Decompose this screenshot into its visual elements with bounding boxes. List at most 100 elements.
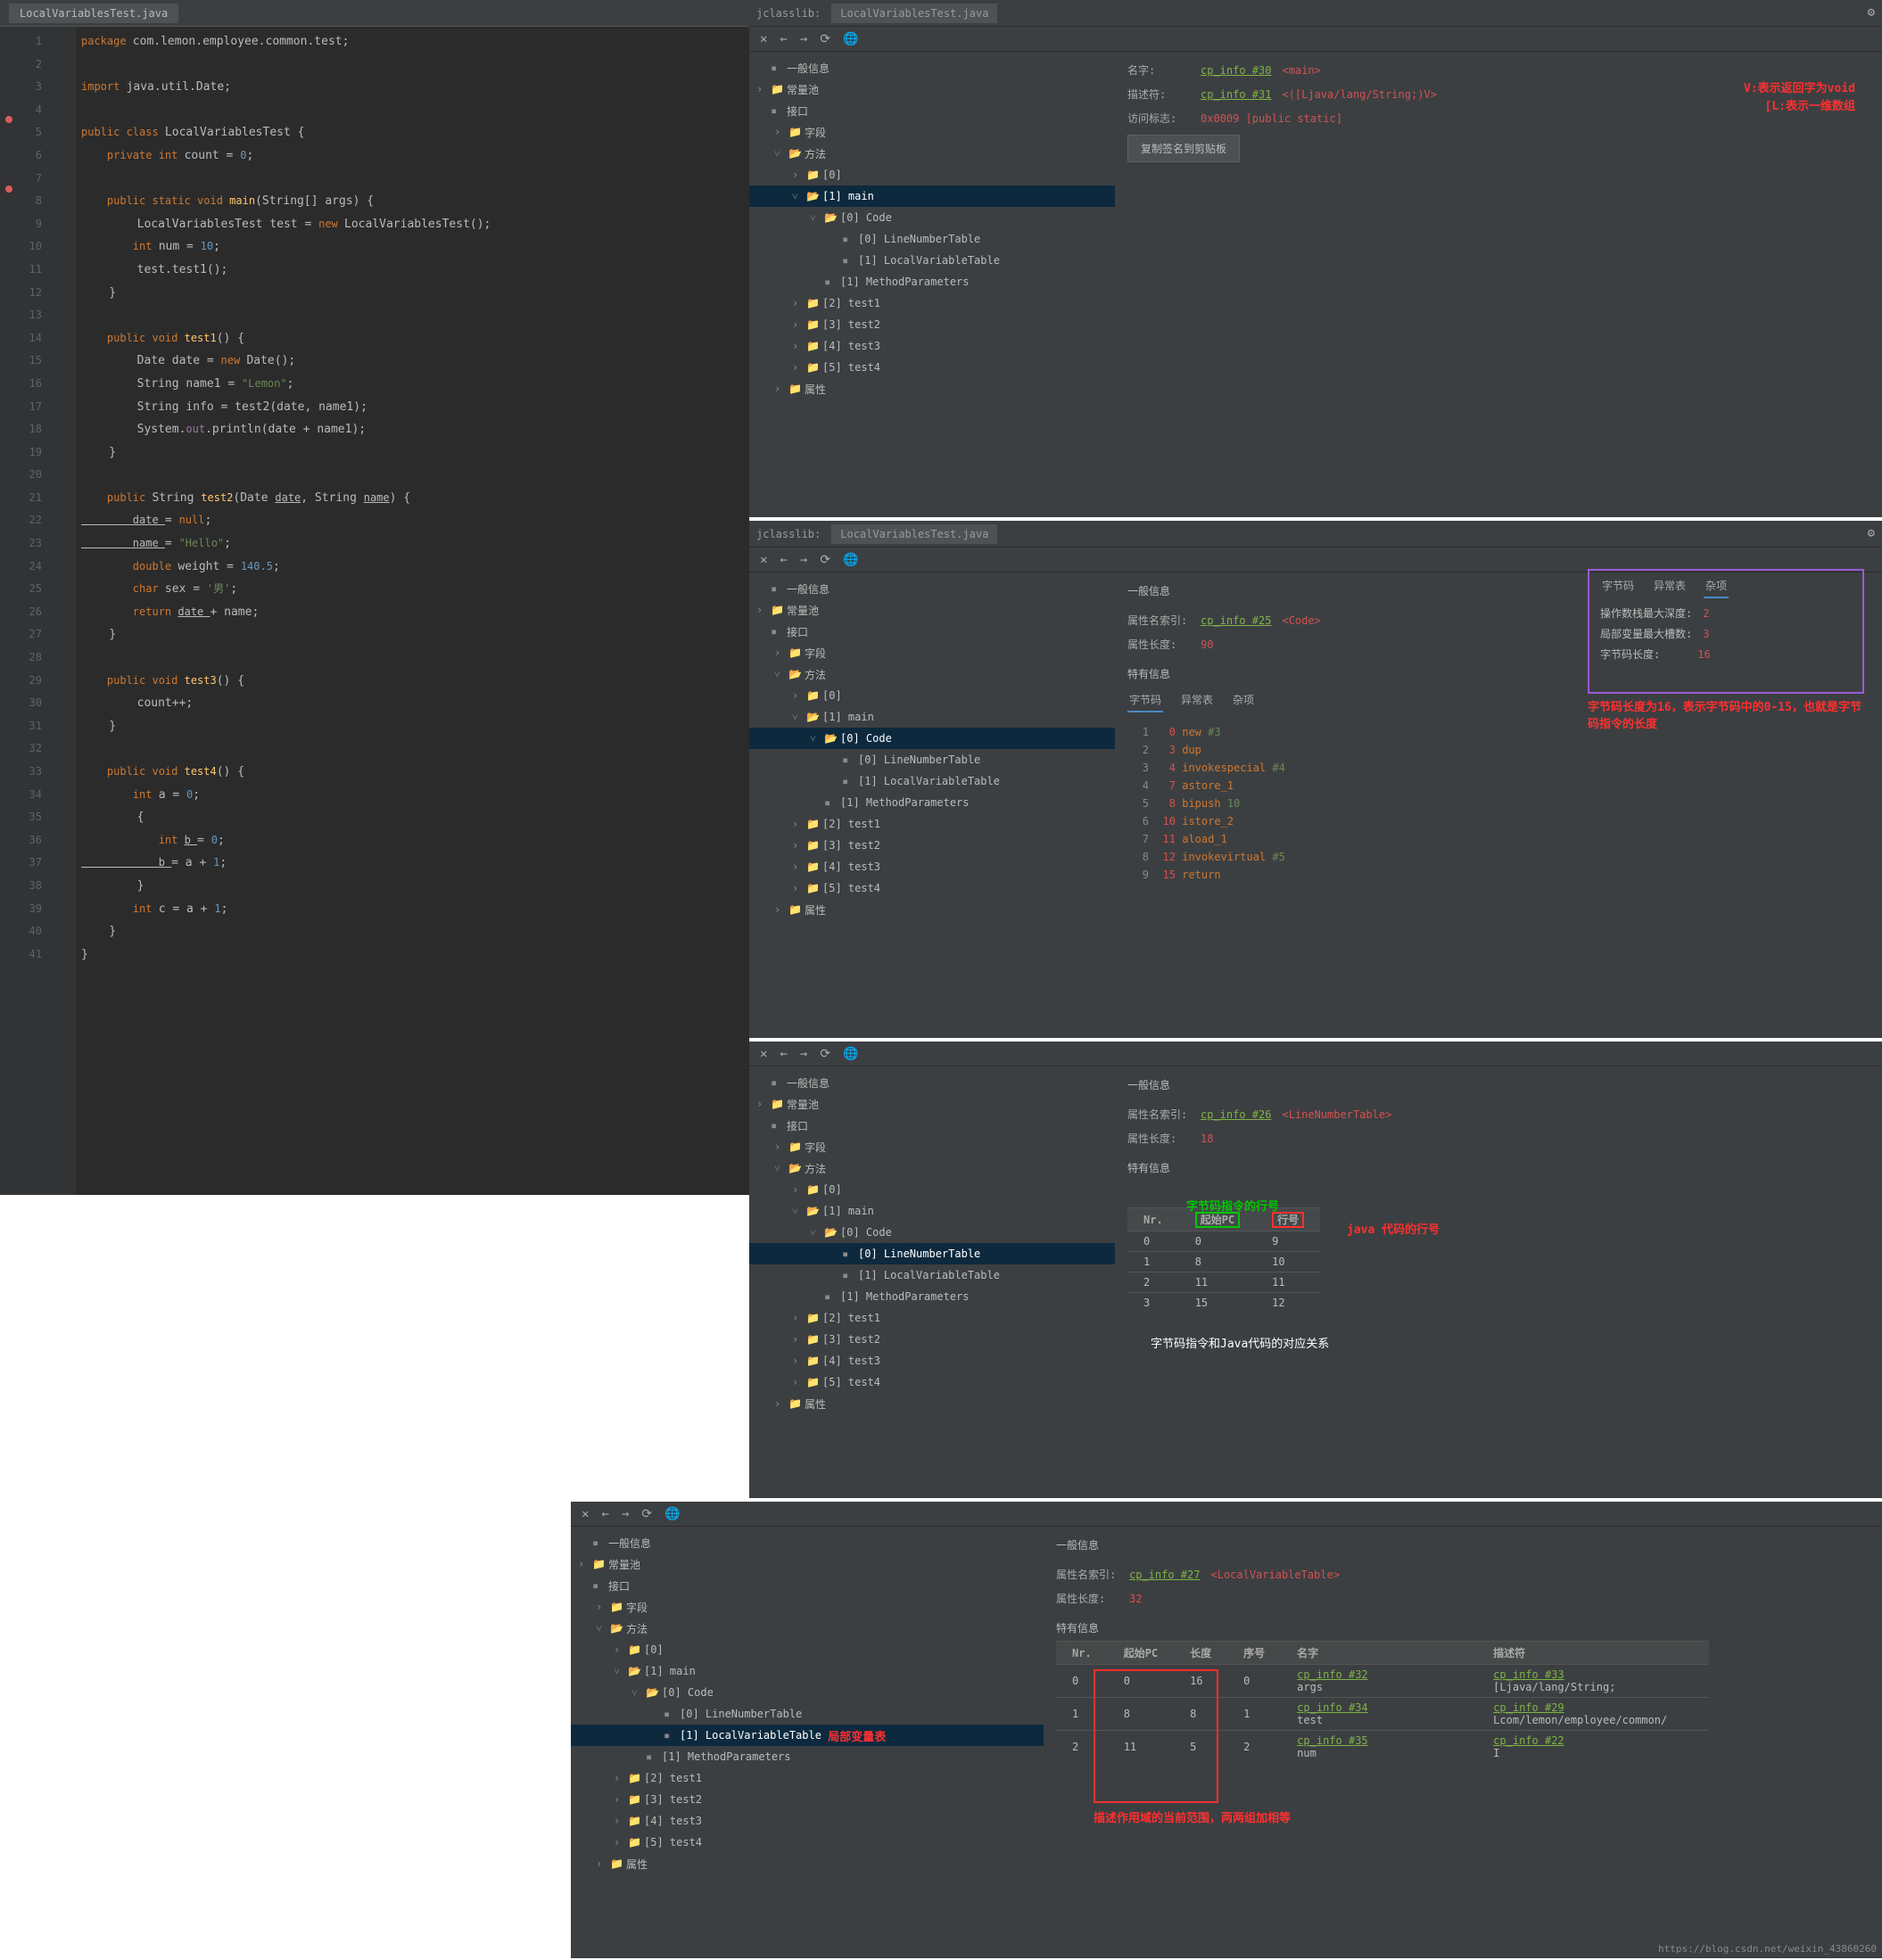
forward-icon[interactable]: → <box>800 32 807 46</box>
tab-misc[interactable]: 杂项 <box>1704 574 1729 598</box>
tree-item[interactable]: ▪接口 <box>749 1115 1115 1136</box>
jc-tree[interactable]: ▪一般信息›📁常量池▪接口›📁字段˅📂方法›📁[0] ˅📂[1] main˅📂[… <box>749 52 1115 517</box>
back-icon[interactable]: ← <box>601 1507 608 1521</box>
tab-misc[interactable]: 杂项 <box>1231 688 1256 712</box>
jc-file-tab[interactable]: LocalVariablesTest.java <box>831 4 997 23</box>
tree-item[interactable]: ›📁[0] <box>749 685 1115 706</box>
tree-item[interactable]: ˅📂方法 <box>571 1618 1044 1639</box>
forward-icon[interactable]: → <box>800 1047 807 1061</box>
globe-icon[interactable]: 🌐 <box>843 32 858 46</box>
tree-item[interactable]: ›📁属性 <box>749 899 1115 920</box>
globe-icon[interactable]: 🌐 <box>843 553 858 567</box>
tree-item[interactable]: ˅📂方法 <box>749 1157 1115 1179</box>
gear-icon[interactable]: ⚙ <box>1868 5 1875 20</box>
back-icon[interactable]: ← <box>780 32 787 46</box>
tree-item[interactable]: ›📁[4] test3 <box>749 335 1115 357</box>
breakpoint-icon[interactable] <box>5 116 12 123</box>
bytecode-list[interactable]: 10 new #3 23 dup 34 invokespecial #4 47 … <box>1127 723 1870 884</box>
tree-item[interactable]: ›📁[5] test4 <box>571 1832 1044 1853</box>
tree-item[interactable]: ▪[0] LineNumberTable <box>749 1243 1115 1264</box>
attr-idx-link[interactable]: cp_info #27 <box>1129 1569 1200 1581</box>
tree-item[interactable]: ›📁属性 <box>571 1853 1044 1874</box>
tree-item[interactable]: ›📁常量池 <box>749 78 1115 100</box>
globe-icon[interactable]: 🌐 <box>664 1507 680 1521</box>
jc-tree[interactable]: ▪一般信息›📁常量池▪接口›📁字段˅📂方法›📁[0] ˅📂[1] main˅📂[… <box>749 572 1115 1038</box>
tree-item[interactable]: ˅📂[1] main <box>571 1660 1044 1682</box>
name-link[interactable]: cp_info #30 <box>1201 64 1271 77</box>
tree-item[interactable]: ›📁属性 <box>749 1393 1115 1414</box>
editor-tab[interactable]: LocalVariablesTest.java <box>9 4 178 23</box>
tree-item[interactable]: ›📁[0] <box>749 164 1115 185</box>
tree-item[interactable]: ▪接口 <box>749 100 1115 121</box>
tree-item[interactable]: ›📁[3] test2 <box>749 1329 1115 1350</box>
gear-icon[interactable]: ⚙ <box>1868 526 1875 540</box>
copy-signature-button[interactable]: 复制签名到剪贴板 <box>1127 135 1240 162</box>
forward-icon[interactable]: → <box>622 1507 629 1521</box>
tree-item[interactable]: ›📁[0] <box>749 1179 1115 1200</box>
attr-idx-link[interactable]: cp_info #26 <box>1201 1108 1271 1121</box>
tree-item[interactable]: ›📁常量池 <box>749 1093 1115 1115</box>
tree-item[interactable]: ▪[1] LocalVariableTable 局部变量表 <box>571 1725 1044 1746</box>
tree-item[interactable]: ›📁[5] test4 <box>749 877 1115 899</box>
tab-exception[interactable]: 异常表 <box>1652 574 1688 598</box>
tree-item[interactable]: ▪一般信息 <box>749 1072 1115 1093</box>
tree-item[interactable]: ›📁[4] test3 <box>571 1810 1044 1832</box>
tree-item[interactable]: ▪[1] MethodParameters <box>571 1746 1044 1767</box>
tree-item[interactable]: ›📁[4] test3 <box>749 856 1115 877</box>
jc-file-tab[interactable]: LocalVariablesTest.java <box>831 524 997 544</box>
code-content[interactable]: package com.lemon.employee.common.test; … <box>76 27 749 1195</box>
tree-item[interactable]: ▪一般信息 <box>749 578 1115 599</box>
tree-item[interactable]: ›📁常量池 <box>749 599 1115 621</box>
globe-icon[interactable]: 🌐 <box>843 1047 858 1061</box>
refresh-icon[interactable]: ⟳ <box>820 553 830 567</box>
tree-item[interactable]: ˅📂[1] main <box>749 706 1115 728</box>
tree-item[interactable]: ›📁[0] <box>571 1639 1044 1660</box>
close-icon[interactable]: ✕ <box>760 32 767 46</box>
table-row[interactable]: 1810 <box>1127 1252 1320 1272</box>
tree-item[interactable]: ›📁[5] test4 <box>749 357 1115 378</box>
refresh-icon[interactable]: ⟳ <box>820 1047 830 1061</box>
tree-item[interactable]: ▪[1] MethodParameters <box>749 271 1115 292</box>
desc-link[interactable]: cp_info #31 <box>1201 88 1271 101</box>
tree-item[interactable]: ▪[1] MethodParameters <box>749 1286 1115 1307</box>
tree-item[interactable]: ˅📂方法 <box>749 663 1115 685</box>
tree-item[interactable]: ˅📂[0] Code <box>749 728 1115 749</box>
tree-item[interactable]: ›📁[2] test1 <box>571 1767 1044 1789</box>
tree-item[interactable]: ▪[0] LineNumberTable <box>571 1703 1044 1725</box>
close-icon[interactable]: ✕ <box>582 1507 589 1521</box>
tree-item[interactable]: ˅📂方法 <box>749 143 1115 164</box>
tree-item[interactable]: ˅📂[0] Code <box>571 1682 1044 1703</box>
tree-item[interactable]: ›📁字段 <box>571 1596 1044 1618</box>
tree-item[interactable]: ˅📂[0] Code <box>749 207 1115 228</box>
tree-item[interactable]: ›📁[3] test2 <box>749 835 1115 856</box>
jc-tree[interactable]: ▪一般信息›📁常量池▪接口›📁字段˅📂方法›📁[0] ˅📂[1] main˅📂[… <box>749 1066 1115 1498</box>
tree-item[interactable]: ˅📂[0] Code <box>749 1222 1115 1243</box>
tab-bytecode[interactable]: 字节码 <box>1600 574 1636 598</box>
table-row[interactable]: 21111 <box>1127 1272 1320 1293</box>
jc-tree[interactable]: ▪一般信息›📁常量池▪接口›📁字段˅📂方法›📁[0] ˅📂[1] main˅📂[… <box>571 1527 1044 1958</box>
table-row[interactable]: 009 <box>1127 1231 1320 1252</box>
tree-item[interactable]: ›📁[3] test2 <box>571 1789 1044 1810</box>
tree-item[interactable]: ▪[0] LineNumberTable <box>749 749 1115 770</box>
tree-item[interactable]: ▪接口 <box>571 1575 1044 1596</box>
tree-item[interactable]: ˅📂[1] main <box>749 1200 1115 1222</box>
tree-item[interactable]: ▪[1] LocalVariableTable <box>749 770 1115 792</box>
tree-item[interactable]: ›📁[2] test1 <box>749 292 1115 314</box>
tree-item[interactable]: ▪[1] LocalVariableTable <box>749 250 1115 271</box>
close-icon[interactable]: ✕ <box>760 553 767 567</box>
close-icon[interactable]: ✕ <box>760 1047 767 1061</box>
tree-item[interactable]: ›📁属性 <box>749 378 1115 399</box>
tree-item[interactable]: ›📁字段 <box>749 1136 1115 1157</box>
tree-item[interactable]: ▪[1] LocalVariableTable <box>749 1264 1115 1286</box>
tree-item[interactable]: ▪[0] LineNumberTable <box>749 228 1115 250</box>
refresh-icon[interactable]: ⟳ <box>641 1507 652 1521</box>
tree-item[interactable]: ›📁字段 <box>749 121 1115 143</box>
tree-item[interactable]: ▪[1] MethodParameters <box>749 792 1115 813</box>
tree-item[interactable]: ▪接口 <box>749 621 1115 642</box>
tree-item[interactable]: ›📁[2] test1 <box>749 1307 1115 1329</box>
tree-item[interactable]: ▪一般信息 <box>749 57 1115 78</box>
forward-icon[interactable]: → <box>800 553 807 567</box>
tree-item[interactable]: ›📁常量池 <box>571 1553 1044 1575</box>
back-icon[interactable]: ← <box>780 553 787 567</box>
table-row[interactable]: 31512 <box>1127 1293 1320 1314</box>
